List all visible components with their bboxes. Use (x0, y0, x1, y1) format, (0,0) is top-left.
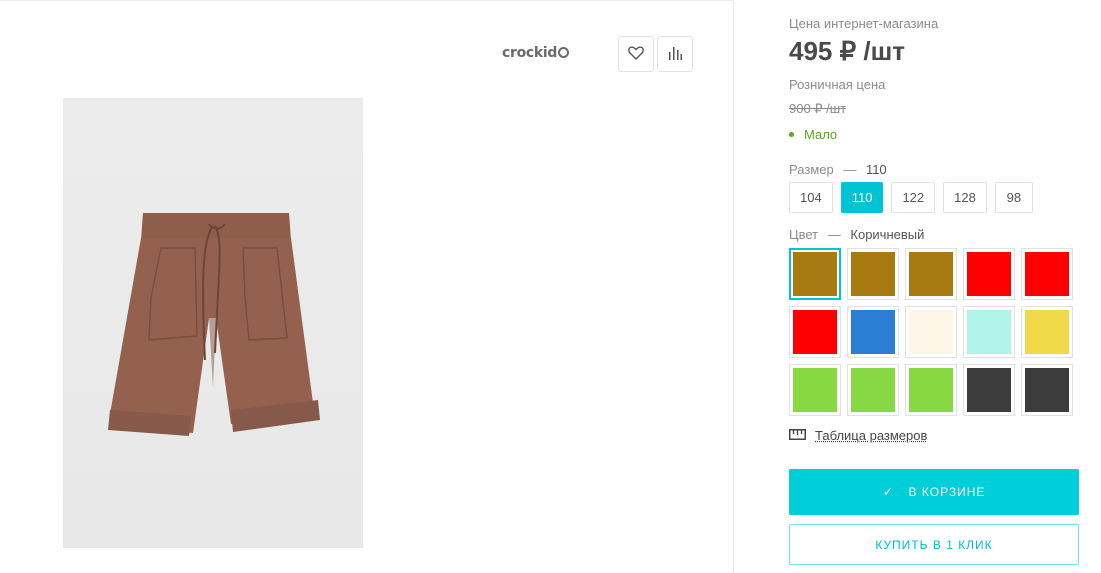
color-swatch[interactable] (963, 364, 1015, 416)
color-swatch-fill (909, 310, 953, 354)
color-swatch-fill (1025, 368, 1069, 412)
color-label: Цвет (789, 227, 819, 242)
color-swatch[interactable] (1021, 364, 1073, 416)
check-icon: ✓ (882, 484, 895, 499)
color-swatch-fill (909, 252, 953, 296)
size-options: 104 110 122 128 98 (789, 182, 1033, 213)
color-swatch[interactable] (847, 248, 899, 300)
color-swatch-fill (967, 310, 1011, 354)
online-price-label: Цена интернет-магазина (789, 16, 939, 31)
color-swatch-fill (851, 368, 895, 412)
color-title: Цвет — Коричневый (789, 227, 924, 242)
size-option-110[interactable]: 110 (840, 182, 884, 213)
stock-status: Мало (789, 127, 837, 142)
ruler-icon (789, 428, 806, 443)
color-swatch-fill (793, 310, 837, 354)
color-swatch[interactable] (789, 364, 841, 416)
color-swatch[interactable] (963, 306, 1015, 358)
color-swatch[interactable] (905, 306, 957, 358)
favorite-button[interactable] (618, 36, 654, 72)
color-swatch[interactable] (1021, 306, 1073, 358)
size-option-98[interactable]: 98 (994, 182, 1033, 213)
bar-chart-icon (667, 45, 683, 64)
color-swatch-fill (793, 252, 837, 296)
size-table-label: Таблица размеров (815, 428, 928, 443)
brand-logo-icon (558, 47, 570, 58)
in-cart-label: В КОРЗИНЕ (908, 485, 986, 499)
color-swatch[interactable] (789, 306, 841, 358)
size-selected-value: 110 (865, 162, 887, 177)
color-swatch[interactable] (1021, 248, 1073, 300)
product-gallery: crockid (0, 0, 734, 573)
retail-price-label: Розничная цена (789, 77, 886, 92)
compare-button[interactable] (657, 36, 693, 72)
size-option-122[interactable]: 122 (891, 182, 936, 213)
color-swatch[interactable] (847, 306, 899, 358)
color-swatch[interactable] (963, 248, 1015, 300)
buy-one-click-button[interactable]: КУПИТЬ В 1 КЛИК (789, 524, 1079, 565)
color-swatch[interactable] (905, 248, 957, 300)
retail-price: 900 ₽ /шт (789, 101, 847, 116)
color-swatch-fill (851, 252, 895, 296)
color-swatch[interactable] (789, 248, 841, 300)
stock-label: Мало (804, 127, 838, 142)
color-swatch-fill (851, 310, 895, 354)
size-option-128[interactable]: 128 (943, 182, 987, 213)
size-dash: — (843, 162, 857, 177)
heart-icon (628, 45, 644, 64)
color-swatch[interactable] (847, 364, 899, 416)
product-photo[interactable] (63, 98, 363, 548)
size-table-link[interactable]: Таблица размеров (789, 428, 927, 443)
color-swatch-fill (793, 368, 837, 412)
brown-shorts-photo (63, 98, 363, 548)
brand-name: crockid (502, 45, 558, 61)
in-cart-button[interactable]: ✓ В КОРЗИНЕ (789, 469, 1079, 515)
size-title: Размер — 110 (789, 162, 887, 177)
color-swatches (789, 248, 1073, 416)
size-option-104[interactable]: 104 (789, 182, 833, 213)
color-swatch-fill (1025, 252, 1069, 296)
color-swatch-fill (909, 368, 953, 412)
color-dash: — (827, 227, 841, 242)
color-swatch-fill (1025, 310, 1069, 354)
stock-dot-icon (789, 132, 794, 137)
brand-logo[interactable]: crockid (502, 45, 570, 61)
color-swatch[interactable] (905, 364, 957, 416)
online-price: 495 ₽ /шт (789, 36, 905, 66)
color-swatch-fill (967, 368, 1011, 412)
color-swatch-fill (967, 252, 1011, 296)
size-label: Размер (789, 162, 834, 177)
color-selected-value: Коричневый (850, 227, 925, 242)
buy-one-click-label: КУПИТЬ В 1 КЛИК (875, 537, 993, 552)
